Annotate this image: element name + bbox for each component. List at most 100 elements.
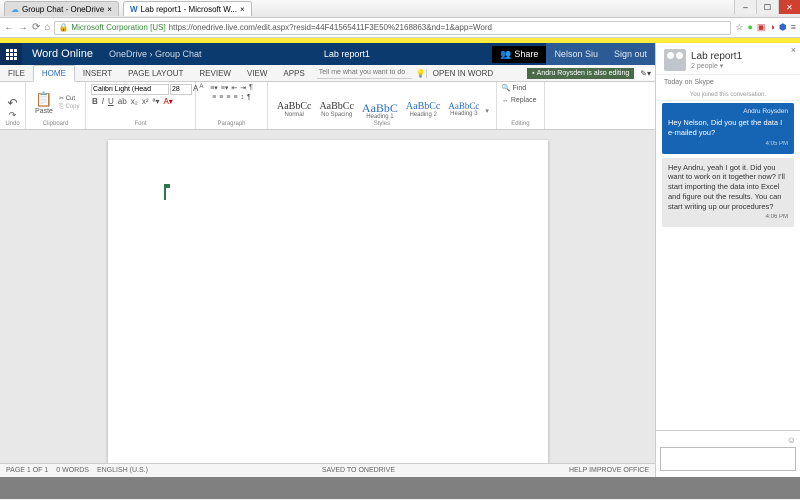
font-size-select[interactable] xyxy=(170,84,192,95)
close-icon[interactable]: × xyxy=(240,5,245,14)
style-heading2[interactable]: AaBbCcHeading 2 xyxy=(402,101,444,121)
status-saved: SAVED TO ONEDRIVE xyxy=(322,467,395,474)
tab-review[interactable]: REVIEW xyxy=(191,66,239,81)
ext-icon-3[interactable]: ◑ xyxy=(769,22,774,33)
underline-button[interactable]: U xyxy=(107,97,115,106)
chat-input[interactable] xyxy=(660,447,796,471)
text-cursor xyxy=(164,188,166,200)
status-words[interactable]: 0 WORDS xyxy=(56,467,89,474)
undo-icon[interactable]: ↶ xyxy=(7,96,17,110)
ext-icon-4[interactable]: ⬢ xyxy=(779,22,787,33)
word-icon: W xyxy=(130,5,138,14)
replace-button[interactable]: ↔ Replace xyxy=(502,96,537,106)
url-text: https://onedrive.live.com/edit.aspx?resi… xyxy=(169,23,492,32)
back-icon[interactable]: ← xyxy=(4,22,14,33)
tab-page-layout[interactable]: PAGE LAYOUT xyxy=(120,66,191,81)
close-icon[interactable]: ✕ xyxy=(778,0,800,14)
breadcrumb[interactable]: OneDrive › Group Chat xyxy=(103,49,202,59)
group-label-editing: Editing xyxy=(502,121,539,127)
emoji-icon[interactable]: ☺ xyxy=(660,435,796,445)
status-help[interactable]: HELP IMPROVE OFFICE xyxy=(569,467,649,474)
tab-insert[interactable]: INSERT xyxy=(75,66,120,81)
styles-gallery[interactable]: AaBbCcNormal AaBbCcNo Spacing AaBbCHeadi… xyxy=(273,101,491,121)
tab-apps[interactable]: APPS xyxy=(275,66,312,81)
group-label-paragraph: Paragraph xyxy=(201,121,262,127)
strike-button[interactable]: ab xyxy=(117,97,128,106)
cut-button[interactable]: ✂ Cut xyxy=(59,95,79,103)
open-in-word-button[interactable]: OPEN IN WORD xyxy=(426,69,499,78)
styles-more-icon[interactable]: ▾ xyxy=(483,107,491,115)
highlight-button[interactable]: ª▾ xyxy=(151,97,160,106)
rtl-icon[interactable]: ¶ xyxy=(247,94,251,101)
close-icon[interactable]: × xyxy=(107,5,112,14)
chat-message-received: Hey Andru, yeah I got it. Did you want t… xyxy=(662,158,794,228)
style-heading1[interactable]: AaBbCHeading 1 xyxy=(358,101,402,121)
home-icon[interactable]: ⌂ xyxy=(44,22,50,33)
reload-icon[interactable]: ⟳ xyxy=(32,22,40,33)
coauthor-indicator[interactable]: ▪ Andru Roysden is also editing xyxy=(527,68,634,79)
font-family-select[interactable] xyxy=(91,84,169,95)
close-icon[interactable]: × xyxy=(791,45,796,55)
justify-icon[interactable]: ≡ xyxy=(233,94,237,101)
group-label-styles: Styles xyxy=(273,121,491,127)
tab-title: Lab report1 - Microsoft W... xyxy=(141,5,237,14)
align-center-icon[interactable]: ≡ xyxy=(219,94,223,101)
style-heading3[interactable]: AaBbCcHeading 3 xyxy=(444,101,483,121)
redo-icon[interactable]: ↷ xyxy=(9,110,17,121)
style-normal[interactable]: AaBbCcNormal xyxy=(273,101,315,121)
chat-title: Lab report1 xyxy=(691,51,742,62)
browser-tab-0[interactable]: ☁ Group Chat - OneDrive × xyxy=(4,1,119,16)
align-left-icon[interactable]: ≡ xyxy=(212,94,216,101)
document-title: Lab report1 xyxy=(201,49,492,59)
lock-icon: 🔒 xyxy=(58,23,68,32)
app-launcher-icon[interactable] xyxy=(0,43,22,65)
status-page[interactable]: PAGE 1 OF 1 xyxy=(6,467,48,474)
subscript-button[interactable]: x₂ xyxy=(130,97,139,106)
indent-left-icon[interactable]: ⇤ xyxy=(231,84,237,92)
copy-button[interactable]: ⎘ Copy xyxy=(59,103,79,111)
document-page[interactable] xyxy=(108,140,548,463)
bullets-icon[interactable]: ≡▾ xyxy=(210,84,218,92)
user-name[interactable]: Nelson Siu xyxy=(546,43,606,65)
chat-joined-notice: You joined this conversation. xyxy=(656,90,800,101)
style-nospacing[interactable]: AaBbCcNo Spacing xyxy=(315,101,357,121)
tab-file[interactable]: FILE xyxy=(0,66,33,81)
chat-text: Hey Andru, yeah I got it. Did you want t… xyxy=(668,163,788,212)
browser-tab-1[interactable]: W Lab report1 - Microsoft W... × xyxy=(123,1,252,16)
share-button[interactable]: 👥 Share xyxy=(492,46,546,63)
person-icon: ▪ xyxy=(532,70,534,77)
superscript-button[interactable]: x² xyxy=(141,97,150,106)
browser-toolbar: ← → ⟳ ⌂ 🔒 Microsoft Corporation [US] htt… xyxy=(0,18,800,38)
signout-link[interactable]: Sign out xyxy=(606,43,655,65)
font-color-button[interactable]: A▾ xyxy=(162,97,173,106)
paste-button[interactable]: 📋 Paste xyxy=(31,91,57,115)
chat-sender: Andru Roysden xyxy=(668,108,788,116)
line-spacing-icon[interactable]: ↕ xyxy=(241,94,245,101)
chat-time: 4:05 PM xyxy=(668,141,788,149)
tab-title: Group Chat - OneDrive xyxy=(22,5,104,14)
menu-icon[interactable]: ≡ xyxy=(791,22,796,33)
forward-icon[interactable]: → xyxy=(18,22,28,33)
align-right-icon[interactable]: ≡ xyxy=(226,94,230,101)
tab-home[interactable]: HOME xyxy=(33,65,75,82)
numbering-icon[interactable]: ≡▾ xyxy=(221,84,229,92)
italic-button[interactable]: I xyxy=(101,97,105,106)
chat-people[interactable]: 2 people ▾ xyxy=(691,62,742,70)
editing-mode-dropdown[interactable]: ✎▾ xyxy=(636,67,655,80)
ext-icon-1[interactable]: ● xyxy=(747,22,752,33)
tell-me-input[interactable] xyxy=(317,67,412,79)
ext-icon-2[interactable]: ▣ xyxy=(757,22,766,33)
indent-right-icon[interactable]: ⇥ xyxy=(240,84,246,92)
chat-compose: ☺ xyxy=(656,430,800,477)
address-bar[interactable]: 🔒 Microsoft Corporation [US] https://one… xyxy=(54,21,731,35)
status-lang[interactable]: ENGLISH (U.S.) xyxy=(97,467,148,474)
maximize-icon[interactable]: ☐ xyxy=(756,0,778,14)
star-icon[interactable]: ☆ xyxy=(735,22,743,33)
ltr-icon[interactable]: ¶ xyxy=(249,84,253,92)
bold-button[interactable]: B xyxy=(91,97,99,106)
find-button[interactable]: 🔍 Find xyxy=(502,84,526,94)
document-canvas[interactable] xyxy=(0,130,655,463)
tab-view[interactable]: VIEW xyxy=(239,66,275,81)
lightbulb-icon[interactable]: 💡 xyxy=(416,69,426,78)
minimize-icon[interactable]: – xyxy=(734,0,756,14)
